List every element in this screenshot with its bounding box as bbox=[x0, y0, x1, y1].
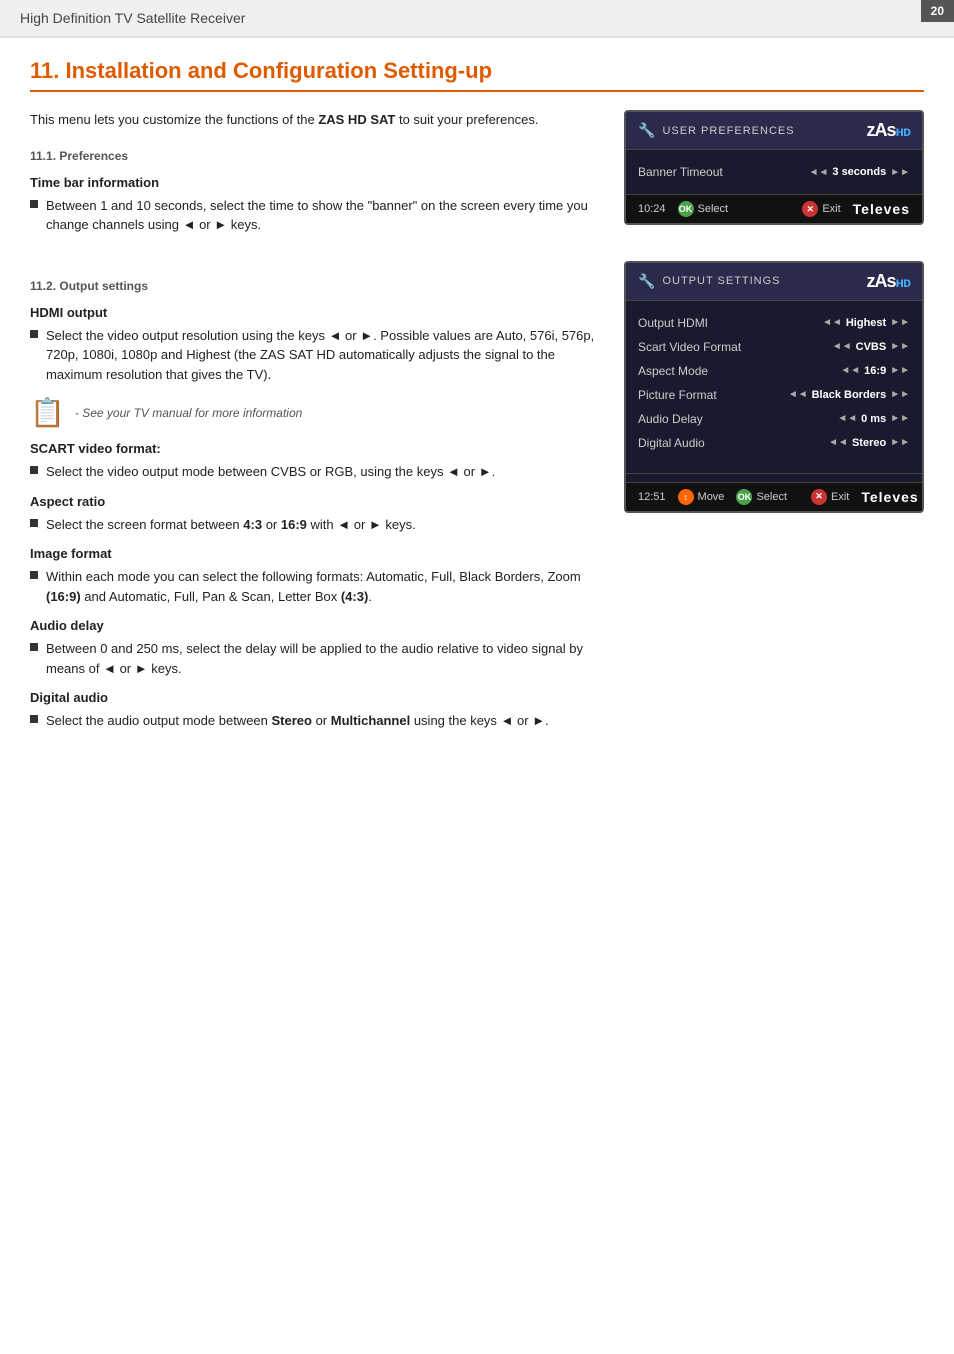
scart-heading: SCART video format: bbox=[30, 441, 604, 456]
time-bar-bullet: Between 1 and 10 seconds, select the tim… bbox=[30, 196, 604, 235]
scart-video-row: Scart Video Format ◄◄ CVBS ►► bbox=[638, 335, 910, 359]
footer-select: OK Select bbox=[678, 201, 729, 217]
banner-timeout-row: Banner Timeout ◄◄ 3 seconds ►► bbox=[638, 160, 910, 184]
document-header: High Definition TV Satellite Receiver bbox=[0, 0, 954, 38]
section-11-2-heading: 11.2. Output settings bbox=[30, 279, 604, 293]
note-icon: 📋 bbox=[30, 396, 65, 429]
output-hdmi-row: Output HDMI ◄◄ Highest ►► bbox=[638, 311, 910, 335]
digital-audio-row: Digital Audio ◄◄ Stereo ►► bbox=[638, 431, 910, 455]
bullet-icon bbox=[30, 330, 38, 338]
bullet-icon bbox=[30, 466, 38, 474]
bullet-icon bbox=[30, 643, 38, 651]
output-settings-menu-title: 🔧 OUTPUT SETTINGS bbox=[638, 273, 781, 290]
picture-format-row: Picture Format ◄◄ Black Borders ►► bbox=[638, 383, 910, 407]
bullet-icon bbox=[30, 715, 38, 723]
tool-icon: 🔧 bbox=[638, 122, 656, 139]
image-format-heading: Image format bbox=[30, 546, 604, 561]
bullet-icon bbox=[30, 200, 38, 208]
user-prefs-screen: 🔧 USER PREFERENCES zAsʜᴅ Banner Timeout … bbox=[624, 110, 924, 241]
hdmi-output-heading: HDMI output bbox=[30, 305, 604, 320]
audio-delay-bullet: Between 0 and 250 ms, select the delay w… bbox=[30, 639, 604, 678]
hdmi-output-bullet: Select the video output resolution using… bbox=[30, 326, 604, 385]
bullet-icon bbox=[30, 519, 38, 527]
audio-delay-row: Audio Delay ◄◄ 0 ms ►► bbox=[638, 407, 910, 431]
image-format-bullet: Within each mode you can select the foll… bbox=[30, 567, 604, 606]
tool-icon-2: 🔧 bbox=[638, 273, 656, 290]
footer-exit: ✕ Exit bbox=[802, 201, 840, 217]
user-prefs-menu-title: 🔧 USER PREFERENCES bbox=[638, 122, 795, 139]
footer-brand: Televes bbox=[853, 201, 910, 217]
intro-text: This menu lets you customize the functio… bbox=[30, 110, 604, 131]
screen-brand: zAsʜᴅ bbox=[866, 120, 910, 141]
chapter-title: 11. Installation and Configuration Setti… bbox=[30, 58, 924, 92]
output-footer-select: OK Select bbox=[736, 489, 787, 505]
bullet-icon bbox=[30, 571, 38, 579]
output-screen-brand: zAsʜᴅ bbox=[866, 271, 910, 292]
scart-bullet: Select the video output mode between CVB… bbox=[30, 462, 604, 482]
aspect-mode-row: Aspect Mode ◄◄ 16:9 ►► bbox=[638, 359, 910, 383]
footer-time: 10:24 bbox=[638, 203, 666, 215]
output-footer-exit: ✕ Exit bbox=[811, 489, 849, 505]
tv-manual-note: 📋 - See your TV manual for more informat… bbox=[30, 396, 604, 429]
output-footer-brand: Televes bbox=[861, 489, 918, 505]
aspect-bullet: Select the screen format between 4:3 or … bbox=[30, 515, 604, 535]
audio-delay-heading: Audio delay bbox=[30, 618, 604, 633]
digital-audio-bullet: Select the audio output mode between Ste… bbox=[30, 711, 604, 731]
output-footer-time: 12:51 bbox=[638, 491, 666, 503]
digital-audio-heading: Digital audio bbox=[30, 690, 604, 705]
time-bar-heading: Time bar information bbox=[30, 175, 604, 190]
page-number: 20 bbox=[921, 0, 954, 22]
output-settings-screen: 🔧 OUTPUT SETTINGS zAsʜᴅ Output HDMI ◄◄ bbox=[624, 261, 924, 737]
aspect-heading: Aspect ratio bbox=[30, 494, 604, 509]
section-11-1-heading: 11.1. Preferences bbox=[30, 149, 604, 163]
output-footer-move: ↕ Move bbox=[678, 489, 725, 505]
